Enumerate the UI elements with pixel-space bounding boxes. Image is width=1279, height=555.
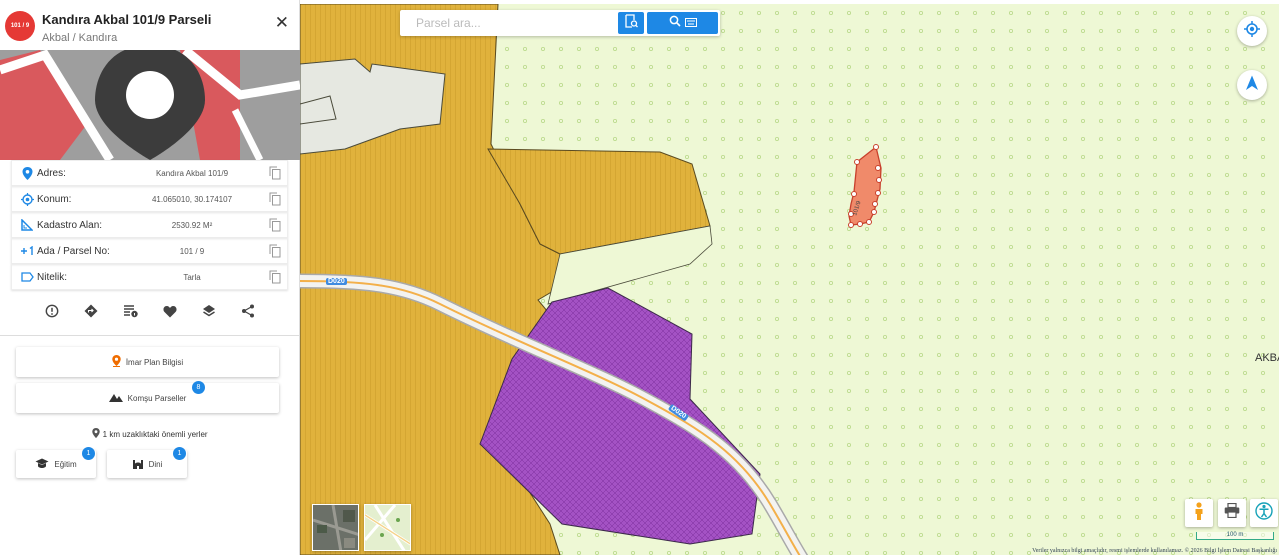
graduation-cap-icon — [35, 458, 49, 471]
area-ruler-icon — [17, 219, 37, 231]
info-row-parcel-no: Ada / Parsel No: 101 / 9 — [11, 238, 288, 264]
accessibility-icon — [1255, 501, 1273, 525]
layers-icon[interactable] — [202, 304, 216, 318]
parcel-badge: 101 / 9 — [5, 11, 35, 41]
nearby-places-heading: 1 km uzaklıktaki önemli yerler — [0, 428, 300, 439]
info-row-location: Konum: 41.065010, 30.174107 — [11, 186, 288, 212]
map-attribution: Veriler yalnızca bilgi amaçlıdır, resmi … — [1032, 548, 1277, 554]
road-label-d020: D020 — [326, 278, 347, 285]
nearby-places-label: 1 km uzaklıktaki önemli yerler — [102, 430, 208, 439]
search-button[interactable] — [647, 12, 718, 34]
navigation-arrow-icon — [1245, 75, 1259, 96]
info-icon[interactable] — [45, 304, 59, 318]
map-pin-icon — [112, 355, 121, 369]
crosshair-icon — [17, 192, 37, 206]
copy-icon[interactable] — [269, 270, 281, 287]
parcel-details-list: Adres: Kandıra Akbal 101/9 Konum: 41.065… — [0, 160, 299, 290]
neighbor-parcels-button[interactable]: Komşu Parseller 8 — [16, 381, 279, 413]
satellite-basemap-thumbnail[interactable] — [312, 504, 359, 551]
info-value: Tarla — [183, 272, 201, 282]
parcel-info-panel: 101 / 9 Kandıra Akbal 101/9 Parseli Akba… — [0, 0, 300, 555]
accessibility-button[interactable] — [1250, 499, 1278, 527]
education-count-badge: 1 — [82, 447, 95, 460]
info-value: 2530.92 M² — [171, 220, 213, 230]
terrain-icon — [108, 393, 123, 404]
info-row-address: Adres: Kandıra Akbal 101/9 — [11, 160, 288, 186]
religious-button[interactable]: Dini 1 — [107, 447, 187, 478]
my-location-icon — [1244, 20, 1260, 42]
religious-count-badge: 1 — [173, 447, 186, 460]
copy-icon[interactable] — [269, 192, 281, 209]
panel-header: 101 / 9 Kandıra Akbal 101/9 Parseli Akba… — [0, 0, 299, 50]
copy-icon[interactable] — [269, 218, 281, 235]
street-basemap-thumbnail[interactable] — [364, 504, 411, 551]
map-pin-icon — [92, 428, 101, 439]
info-value: 101 / 9 — [179, 246, 205, 256]
education-button[interactable]: Eğitim 1 — [16, 447, 96, 478]
tag-icon — [17, 272, 37, 282]
zoning-plan-label: İmar Plan Bilgisi — [125, 357, 184, 367]
location-pin-icon — [17, 166, 37, 180]
parcel-subtitle: Akbal / Kandıra — [42, 32, 118, 44]
parcel-actions-bar — [0, 296, 299, 326]
info-value: 41.065010, 30.174107 — [151, 194, 233, 204]
location-pin-illustration — [0, 50, 300, 160]
printer-icon — [1224, 502, 1240, 523]
place-label: AKBA — [1255, 352, 1279, 364]
zoning-plan-button[interactable]: İmar Plan Bilgisi — [16, 347, 279, 377]
neighbor-count-badge: 8 — [192, 381, 205, 394]
info-value: Kandıra Akbal 101/9 — [155, 168, 229, 178]
share-icon[interactable] — [241, 304, 255, 318]
search-icon — [669, 14, 681, 32]
my-location-button[interactable] — [1237, 16, 1267, 46]
copy-icon[interactable] — [269, 166, 281, 183]
divider — [0, 335, 299, 336]
directions-icon[interactable] — [84, 304, 98, 318]
parcel-search-input[interactable] — [416, 16, 626, 30]
favorite-icon[interactable] — [162, 305, 177, 318]
info-label: Kadastro Alan: — [37, 219, 103, 231]
education-label: Eğitim — [54, 459, 77, 469]
pegman-icon — [1194, 501, 1204, 525]
parcel-search-bar — [400, 10, 720, 36]
info-label: Adres: — [37, 167, 66, 179]
close-icon[interactable]: ✕ — [275, 14, 289, 31]
info-label: Ada / Parsel No: — [37, 245, 110, 257]
print-button[interactable] — [1218, 499, 1246, 527]
plus-one-icon — [17, 246, 37, 256]
neighbor-parcels-label: Komşu Parseller — [127, 393, 187, 403]
document-search-icon — [624, 13, 638, 33]
info-row-area: Kadastro Alan: 2530.92 M² — [11, 212, 288, 238]
map-scale: 100 m — [1196, 532, 1274, 540]
keyboard-icon — [684, 14, 697, 32]
mosque-icon — [132, 458, 144, 471]
search-document-button[interactable] — [618, 12, 644, 34]
religious-label: Dini — [148, 459, 163, 469]
parcel-title: Kandıra Akbal 101/9 Parseli — [42, 12, 212, 27]
copy-icon[interactable] — [269, 244, 281, 261]
document-info-icon[interactable] — [123, 304, 138, 318]
info-label: Konum: — [37, 193, 72, 205]
map-layers: 101/9 — [300, 4, 1279, 555]
street-view-button[interactable] — [1185, 499, 1213, 527]
compass-button[interactable] — [1237, 70, 1267, 100]
info-row-type: Nitelik: Tarla — [11, 264, 288, 290]
info-label: Nitelik: — [37, 271, 68, 283]
map-canvas[interactable]: 101/9 D020 D020 AKBA 100 m Veriler yalnı… — [300, 4, 1279, 555]
